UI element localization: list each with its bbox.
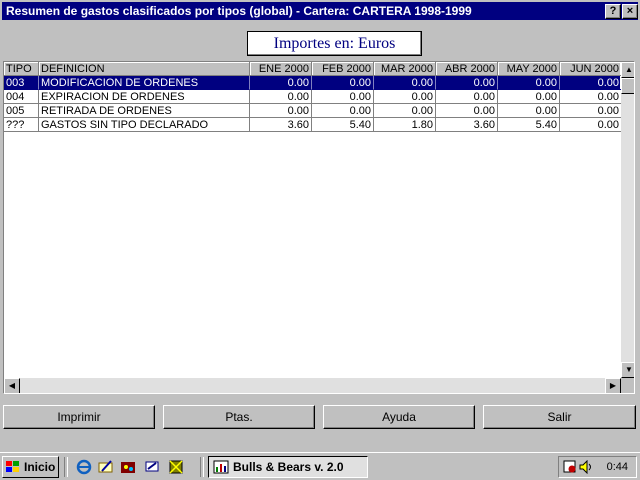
header-definicion[interactable]: DEFINICION (39, 62, 250, 76)
task-button-label: Bulls & Bears v. 2.0 (233, 460, 344, 474)
taskbar-clock[interactable]: 0:44 (607, 461, 628, 473)
cell-definicion: RETIRADA DE ORDENES (39, 104, 250, 118)
taskbar-separator (64, 457, 68, 477)
ayuda-button[interactable]: Ayuda (323, 405, 475, 429)
scheduler-icon[interactable] (563, 460, 577, 474)
table-header-row: TIPO DEFINICION ENE 2000 FEB 2000 MAR 20… (4, 62, 622, 76)
ptas-button[interactable]: Ptas. (163, 405, 315, 429)
cell-definicion: GASTOS SIN TIPO DECLARADO (39, 118, 250, 132)
header-ene-2000[interactable]: ENE 2000 (250, 62, 312, 76)
bulls-bears-quicklaunch-icon[interactable] (168, 459, 184, 475)
start-label: Inicio (24, 460, 56, 474)
cell-mar-2000: 1.80 (374, 118, 436, 132)
currency-label: Importes en: Euros (247, 31, 422, 56)
cell-jun-2000: 0.00 (560, 104, 622, 118)
header-jun-2000[interactable]: JUN 2000 (560, 62, 622, 76)
scrollbar-corner (621, 378, 634, 393)
cell-definicion: EXPIRACION DE ORDENES (39, 90, 250, 104)
expenses-grid[interactable]: TIPO DEFINICION ENE 2000 FEB 2000 MAR 20… (3, 61, 635, 394)
cell-abr-2000: 3.60 (436, 118, 498, 132)
cell-tipo: 004 (4, 90, 39, 104)
cell-abr-2000: 0.00 (436, 90, 498, 104)
table-row[interactable]: 003 MODIFICACION DE ORDENES 0.00 0.00 0.… (4, 76, 622, 90)
channels-icon[interactable] (120, 459, 136, 475)
cell-may-2000: 5.40 (498, 118, 560, 132)
header-abr-2000[interactable]: ABR 2000 (436, 62, 498, 76)
cell-ene-2000: 0.00 (250, 76, 312, 90)
cell-tipo: ??? (4, 118, 39, 132)
bulls-bears-app-icon (213, 460, 229, 474)
header-tipo[interactable]: TIPO (4, 62, 39, 76)
cell-may-2000: 0.00 (498, 76, 560, 90)
cell-may-2000: 0.00 (498, 104, 560, 118)
show-desktop-icon[interactable] (144, 459, 160, 475)
scroll-left-icon[interactable]: ◀ (4, 378, 20, 393)
imprimir-button[interactable]: Imprimir (3, 405, 155, 429)
window-title: Resumen de gastos clasificados por tipos… (6, 4, 472, 18)
header-may-2000[interactable]: MAY 2000 (498, 62, 560, 76)
scroll-down-icon[interactable]: ▼ (621, 362, 634, 378)
volume-icon[interactable] (579, 460, 593, 474)
taskbar: Inicio Bulls & Bears v. 2.0 0:44 (0, 452, 640, 480)
salir-button[interactable]: Salir (483, 405, 636, 429)
cell-ene-2000: 3.60 (250, 118, 312, 132)
cell-ene-2000: 0.00 (250, 104, 312, 118)
internet-explorer-icon[interactable] (76, 459, 92, 475)
cell-mar-2000: 0.00 (374, 90, 436, 104)
title-bar[interactable]: Resumen de gastos clasificados por tipos… (2, 2, 638, 20)
cell-feb-2000: 0.00 (312, 104, 374, 118)
cell-abr-2000: 0.00 (436, 104, 498, 118)
cell-feb-2000: 5.40 (312, 118, 374, 132)
taskbar-separator (200, 457, 204, 477)
cell-tipo: 005 (4, 104, 39, 118)
help-button[interactable]: ? (605, 4, 621, 19)
vertical-scrollbar[interactable]: ▲ ▼ (621, 62, 634, 378)
cell-mar-2000: 0.00 (374, 104, 436, 118)
header-mar-2000[interactable]: MAR 2000 (374, 62, 436, 76)
close-button[interactable]: × (622, 4, 638, 19)
start-button[interactable]: Inicio (2, 456, 59, 478)
windows-logo-icon (6, 461, 19, 472)
cell-jun-2000: 0.00 (560, 76, 622, 90)
cell-feb-2000: 0.00 (312, 90, 374, 104)
horizontal-scrollbar[interactable]: ◀ ▶ (4, 378, 621, 393)
vertical-scroll-thumb[interactable] (621, 78, 634, 94)
cell-may-2000: 0.00 (498, 90, 560, 104)
table-row[interactable]: ??? GASTOS SIN TIPO DECLARADO 3.60 5.40 … (4, 118, 622, 132)
header-feb-2000[interactable]: FEB 2000 (312, 62, 374, 76)
app-window: Resumen de gastos clasificados por tipos… (0, 0, 640, 452)
system-tray: 0:44 (558, 456, 637, 478)
cell-abr-2000: 0.00 (436, 76, 498, 90)
cell-definicion: MODIFICACION DE ORDENES (39, 76, 250, 90)
table-row[interactable]: 004 EXPIRACION DE ORDENES 0.00 0.00 0.00… (4, 90, 622, 104)
cell-mar-2000: 0.00 (374, 76, 436, 90)
outlook-express-icon[interactable] (98, 459, 114, 475)
cell-feb-2000: 0.00 (312, 76, 374, 90)
scroll-right-icon[interactable]: ▶ (605, 378, 621, 393)
scroll-up-icon[interactable]: ▲ (621, 62, 634, 78)
cell-tipo: 003 (4, 76, 39, 90)
cell-jun-2000: 0.00 (560, 118, 622, 132)
table-row[interactable]: 005 RETIRADA DE ORDENES 0.00 0.00 0.00 0… (4, 104, 622, 118)
cell-ene-2000: 0.00 (250, 90, 312, 104)
cell-jun-2000: 0.00 (560, 90, 622, 104)
task-button-bulls-bears[interactable]: Bulls & Bears v. 2.0 (208, 456, 368, 478)
